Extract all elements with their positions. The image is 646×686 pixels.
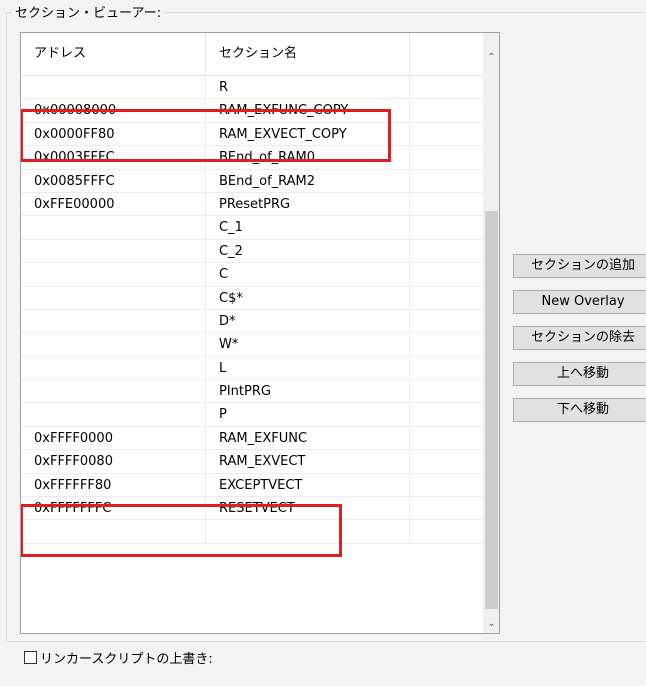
extra-cell <box>410 357 483 380</box>
address-cell[interactable]: 0x0085FFFC <box>21 169 206 193</box>
address-cell[interactable]: 0xFFFF0080 <box>21 450 206 474</box>
override-linker-script-option[interactable]: リンカースクリプトの上書き: <box>24 648 213 667</box>
grid-header: アドレス セクション名 <box>21 33 483 76</box>
extra-cell <box>410 380 483 403</box>
extra-cell <box>410 310 483 333</box>
extra-cell <box>410 520 483 543</box>
extra-cell <box>410 123 483 146</box>
override-linker-script-label: リンカースクリプトの上書き: <box>40 652 213 667</box>
section-name-cell[interactable]: BEnd_of_RAM2 <box>206 169 410 193</box>
address-cell[interactable] <box>21 309 206 333</box>
move-up-button[interactable]: 上へ移動 <box>513 362 646 386</box>
table-row[interactable]: 0xFFFF0080 RAM_EXVECT <box>21 450 483 474</box>
table-row[interactable]: 0xFFFFFF80 EXCEPTVECT <box>21 473 483 498</box>
scrollbar-thumb[interactable] <box>485 211 498 609</box>
section-name-cell[interactable]: D* <box>206 309 410 333</box>
extra-cell <box>410 99 483 122</box>
section-grid[interactable]: アドレス セクション名 R 0x00008000 RAM_EXFUNC_COPY 0x… <box>20 32 500 634</box>
address-cell[interactable]: 0xFFFF0000 <box>21 426 206 450</box>
table-row[interactable]: P <box>21 403 483 427</box>
highlight-box-ram <box>21 504 342 557</box>
override-linker-script-checkbox[interactable] <box>24 651 37 664</box>
section-name-cell[interactable]: R <box>206 76 410 99</box>
extra-cell <box>410 146 483 169</box>
add-section-button[interactable]: セクションの追加 <box>513 254 646 278</box>
extra-cell <box>410 474 483 497</box>
table-row[interactable]: C$* <box>21 286 483 310</box>
section-name-cell[interactable]: EXCEPTVECT <box>206 473 410 497</box>
address-cell[interactable] <box>21 76 206 99</box>
section-name-cell[interactable]: C_2 <box>206 239 410 263</box>
chevron-up-icon[interactable]: ⌃ <box>483 49 499 66</box>
extra-cell <box>410 450 483 473</box>
address-cell[interactable] <box>21 380 206 404</box>
extra-cell <box>410 287 483 310</box>
section-name-cell[interactable]: C_1 <box>206 216 410 240</box>
new-overlay-button[interactable]: New Overlay <box>513 290 646 314</box>
address-cell[interactable] <box>21 333 206 357</box>
extra-cell <box>410 427 483 450</box>
address-cell[interactable] <box>21 239 206 263</box>
table-row[interactable]: 0xFFFF0000 RAM_EXFUNC <box>21 426 483 451</box>
extra-cell <box>410 497 483 520</box>
table-row[interactable]: PIntPRG <box>21 380 483 404</box>
extra-cell <box>410 193 483 216</box>
extra-cell <box>410 403 483 426</box>
address-cell[interactable] <box>21 403 206 427</box>
section-name-cell[interactable]: PResetPRG <box>206 192 410 216</box>
extra-cell <box>410 216 483 239</box>
section-name-cell[interactable]: W* <box>206 333 410 357</box>
extra-cell <box>410 263 483 286</box>
table-row[interactable]: C_2 <box>21 239 483 264</box>
chevron-down-icon[interactable]: ⌄ <box>483 615 499 632</box>
highlight-box-copy <box>21 109 391 162</box>
extra-cell <box>410 240 483 263</box>
column-header-address[interactable]: アドレス <box>21 33 206 75</box>
table-row[interactable]: R <box>21 76 483 100</box>
extra-cell <box>410 76 483 99</box>
section-name-cell[interactable]: L <box>206 356 410 380</box>
section-viewer-title: セクション・ビューアー: <box>12 2 165 21</box>
extra-cell <box>410 333 483 356</box>
table-row[interactable]: C <box>21 263 483 287</box>
address-cell[interactable] <box>21 263 206 287</box>
move-down-button[interactable]: 下へ移動 <box>513 398 646 422</box>
section-name-cell[interactable]: RAM_EXVECT <box>206 450 410 474</box>
address-cell[interactable] <box>21 356 206 380</box>
section-name-cell[interactable]: PIntPRG <box>206 380 410 404</box>
section-name-cell[interactable]: C$* <box>206 286 410 310</box>
table-row[interactable]: W* <box>21 333 483 357</box>
remove-section-button[interactable]: セクションの除去 <box>513 326 646 350</box>
table-row[interactable]: D* <box>21 309 483 334</box>
table-row[interactable]: 0xFFE00000 PResetPRG <box>21 192 483 217</box>
section-name-cell[interactable]: RAM_EXFUNC <box>206 426 410 450</box>
section-name-cell[interactable]: C <box>206 263 410 287</box>
section-name-cell[interactable]: P <box>206 403 410 427</box>
table-row[interactable]: L <box>21 356 483 381</box>
address-cell[interactable]: 0xFFFFFF80 <box>21 473 206 497</box>
column-header-section-name[interactable]: セクション名 <box>206 33 410 75</box>
address-cell[interactable] <box>21 216 206 240</box>
column-header-extra <box>410 33 483 75</box>
address-cell[interactable]: 0xFFE00000 <box>21 192 206 216</box>
extra-cell <box>410 170 483 193</box>
table-row[interactable]: 0x0085FFFC BEnd_of_RAM2 <box>21 169 483 193</box>
table-row[interactable]: C_1 <box>21 216 483 240</box>
vertical-scrollbar[interactable]: ⌃ ⌄ <box>483 33 499 633</box>
address-cell[interactable] <box>21 286 206 310</box>
